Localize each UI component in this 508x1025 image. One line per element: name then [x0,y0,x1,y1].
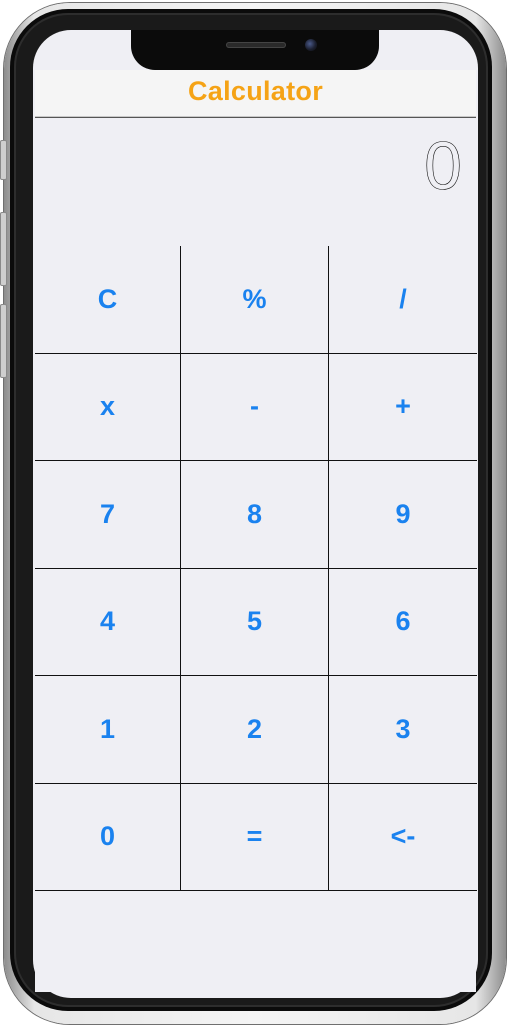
front-camera-icon [305,39,317,51]
subtract-button[interactable]: - [181,353,329,461]
percent-button[interactable]: % [181,246,329,354]
digit-1-button[interactable]: 1 [35,676,181,784]
divide-button[interactable]: / [329,246,477,354]
bottom-empty-area [35,892,476,992]
digit-8-button[interactable]: 8 [181,461,329,569]
volume-up-button [0,212,7,286]
digit-9-button[interactable]: 9 [329,461,477,569]
digit-5-button[interactable]: 5 [181,568,329,676]
multiply-button[interactable]: x [35,353,181,461]
digit-2-button[interactable]: 2 [181,676,329,784]
keypad: C% / x - +7 8 9 4 5 6 1 2 3 0 = <- [35,246,477,891]
page-title: Calculator [187,76,324,106]
display-value: 0 [424,128,462,204]
digit-3-button[interactable]: 3 [329,676,477,784]
digit-4-button[interactable]: 4 [35,568,181,676]
add-button[interactable]: + [329,353,477,461]
equals-button[interactable]: = [181,783,329,891]
calculator-display: 0 [35,117,476,248]
digit-7-button[interactable]: 7 [35,461,181,569]
device-canvas: Calculator 0 C% / x - +7 8 9 4 5 6 1 2 3 0 = <- [0,0,508,1025]
clear-button[interactable]: C [35,246,181,354]
volume-down-button [0,304,7,378]
mute-switch [0,140,7,180]
speaker-grille [226,42,286,48]
digit-0-button[interactable]: 0 [35,783,181,891]
phone-notch [131,30,379,70]
digit-6-button[interactable]: 6 [329,568,477,676]
app-header: Calculator [35,70,476,117]
backspace-button[interactable]: <- [329,783,477,891]
